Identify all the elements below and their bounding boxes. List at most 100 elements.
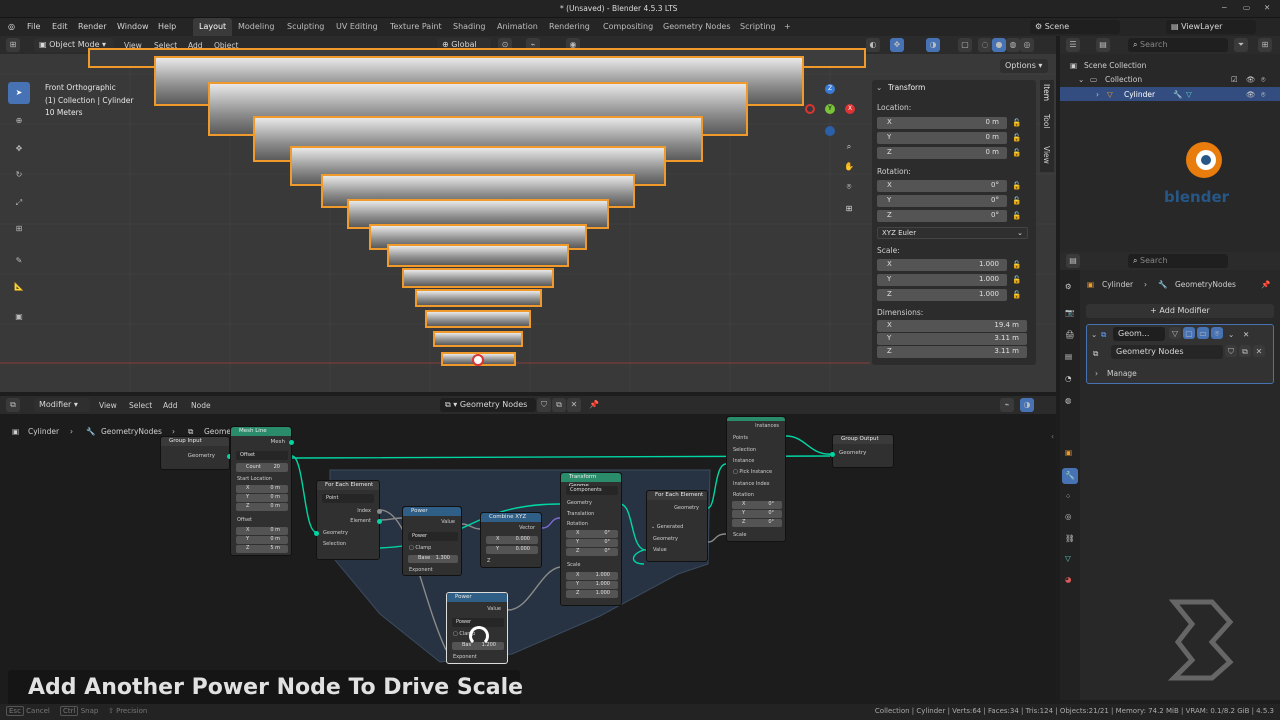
data-tab-icon[interactable]: ▽	[1065, 554, 1071, 563]
measure-tool-icon[interactable]: 📐	[8, 276, 30, 298]
cylinder-instance-10[interactable]	[402, 268, 554, 288]
dimension-x-field[interactable]: X 19.4 m	[877, 320, 1027, 332]
node-for-each-output[interactable]: For Each Element Geometry ⌄ Generated Ge…	[646, 490, 708, 562]
cursor-tool-icon[interactable]: ⊕	[8, 110, 30, 132]
view-layer-selector[interactable]: ▤ ViewLayer	[1166, 20, 1256, 34]
scale-z-field[interactable]: Z 1.000	[566, 590, 618, 598]
perspective-grid-icon[interactable]: ⊞	[842, 202, 856, 216]
tab-animation[interactable]: Animation	[491, 18, 544, 36]
rotate-tool-icon[interactable]: ↻	[8, 164, 30, 186]
modifier-name-input[interactable]: Geom...	[1113, 327, 1165, 341]
element-socket[interactable]	[377, 519, 382, 524]
annotate-tool-icon[interactable]: ✎	[8, 250, 30, 272]
edit-mode-icon[interactable]: ▢	[1183, 327, 1195, 339]
cylinder-instance-13[interactable]	[433, 331, 523, 347]
transform-tool-icon[interactable]: ⊞	[8, 218, 30, 240]
collapse-icon[interactable]: ⌄	[1091, 330, 1097, 339]
tab-modeling[interactable]: Modeling	[232, 18, 280, 36]
filter-icon[interactable]: ⏷	[1234, 38, 1248, 52]
world-tab-icon[interactable]: ◍	[1065, 396, 1072, 405]
rot-z-field[interactable]: Z 0°	[566, 548, 618, 556]
render-tab-icon[interactable]: 📷	[1065, 308, 1074, 317]
lock-icon[interactable]: 🔓	[1012, 260, 1021, 269]
gizmo-y-icon[interactable]: Y	[825, 104, 835, 114]
overlay-toggle-icon[interactable]: ◑	[1020, 398, 1034, 412]
output-tab-icon[interactable]: 🖨	[1065, 330, 1075, 339]
gizmo-x-icon[interactable]: X	[845, 104, 855, 114]
properties-search-input[interactable]: ⌕ Search	[1128, 254, 1228, 268]
chevron-down-icon[interactable]: ⌄	[1228, 330, 1234, 339]
move-tool-icon[interactable]: ✥	[8, 138, 30, 160]
lock-icon[interactable]: 🔓	[1012, 290, 1021, 299]
pan-hand-icon[interactable]: ✋	[842, 160, 856, 174]
offset-z-field[interactable]: Z 5 m	[236, 545, 288, 553]
panel-collapse-icon[interactable]: ⌄	[876, 83, 882, 92]
location-x-field[interactable]: X 0 m	[877, 117, 1007, 129]
xray-icon[interactable]: ▢	[958, 38, 972, 52]
scale-x-field[interactable]: X 1.000	[566, 572, 618, 580]
node-menu-add[interactable]: Add	[163, 401, 178, 410]
node-group-selector[interactable]: Geometry Nodes	[1111, 345, 1223, 359]
y-field[interactable]: Y 0.000	[486, 546, 538, 554]
expand-chevron-icon[interactable]: ›	[1096, 90, 1099, 99]
node-transform-geometry[interactable]: Transform Geome... Components Geometry T…	[560, 472, 622, 606]
menu-render[interactable]: Render	[78, 18, 106, 36]
tab-scripting[interactable]: Scripting	[734, 18, 782, 36]
cylinder-instance-12[interactable]	[425, 310, 531, 328]
material-tab-icon[interactable]: ◕	[1065, 575, 1072, 584]
remove-modifier-icon[interactable]: ✕	[1243, 330, 1249, 339]
start-x-field[interactable]: X 0 m	[236, 485, 288, 493]
minimize-icon[interactable]: ─	[1222, 3, 1227, 12]
sidebar-tab-tool[interactable]: Tool	[1042, 114, 1051, 129]
shading-rendered-icon[interactable]: ◎	[1020, 38, 1034, 52]
rot-y-field[interactable]: Y 0°	[732, 510, 782, 518]
manage-label[interactable]: Manage	[1107, 369, 1137, 378]
collection-label[interactable]: Collection	[1105, 75, 1142, 84]
mode-dropdown[interactable]: Offset	[236, 451, 288, 460]
rotation-y-field[interactable]: Y 0°	[877, 195, 1007, 207]
rot-z-field[interactable]: Z 0°	[732, 519, 782, 527]
scale-z-field[interactable]: Z 1.000	[877, 289, 1007, 301]
navigation-gizmo[interactable]: Z X Y	[805, 82, 857, 138]
maximize-icon[interactable]: ▭	[1243, 3, 1250, 12]
shading-solid-icon[interactable]: ●	[992, 38, 1006, 52]
unlink-icon[interactable]: ✕	[1253, 345, 1265, 357]
lock-icon[interactable]: 🔓	[1012, 275, 1021, 284]
properties-editor-icon[interactable]: ▤	[1066, 254, 1080, 268]
camera-render-icon[interactable]: ⌾	[1261, 90, 1266, 100]
blender-logo-icon[interactable]: ◎	[8, 18, 15, 36]
scene-selector[interactable]: ⚙ Scene	[1030, 20, 1120, 34]
sidebar-tab-item[interactable]: Item	[1042, 84, 1051, 101]
cylinder-instance-11[interactable]	[415, 289, 542, 307]
tab-texture-paint[interactable]: Texture Paint	[384, 18, 448, 36]
node-mesh-line[interactable]: Mesh Line Mesh Offset Count 20 Start Loca…	[230, 426, 294, 556]
tab-geometry-nodes[interactable]: Geometry Nodes	[657, 18, 736, 36]
mesh-socket[interactable]	[289, 440, 294, 445]
constraints-tab-icon[interactable]: ⛓	[1065, 534, 1075, 543]
tab-uv-editing[interactable]: UV Editing	[330, 18, 384, 36]
rot-x-field[interactable]: X 0°	[732, 501, 782, 509]
lock-icon[interactable]: 🔓	[1012, 148, 1021, 157]
gizmo-neg-x-icon[interactable]	[805, 104, 815, 114]
node-editor-type-icon[interactable]: ⧉	[6, 398, 20, 412]
dimension-z-field[interactable]: Z 3.11 m	[877, 346, 1027, 358]
start-y-field[interactable]: Y 0 m	[236, 494, 288, 502]
pin-icon[interactable]: 📌	[1261, 280, 1270, 289]
node-combine-xyz[interactable]: Combine XYZ Vector X 0.000 Y 0.000 Z	[480, 512, 542, 568]
pick-instance-checkbox[interactable]: ▢ Pick Instance	[733, 469, 772, 475]
sidebar-tab-view[interactable]: View	[1042, 146, 1051, 164]
offset-y-field[interactable]: Y 0 m	[236, 536, 288, 544]
scene-collection-label[interactable]: Scene Collection	[1084, 61, 1146, 70]
lock-icon[interactable]: 🔓	[1012, 196, 1021, 205]
tab-sculpting[interactable]: Sculpting	[281, 18, 330, 36]
rotation-z-field[interactable]: Z 0°	[877, 210, 1007, 222]
node-menu-node[interactable]: Node	[191, 401, 211, 410]
base-field[interactable]: Base 1.300	[408, 555, 458, 563]
snap-icon[interactable]: ⌁	[1000, 398, 1014, 412]
unlink-icon[interactable]: ✕	[567, 398, 581, 412]
scene-tab-icon[interactable]: ◔	[1065, 374, 1072, 383]
lock-icon[interactable]: 🔓	[1012, 211, 1021, 220]
modifier-tab-icon[interactable]: 🔧	[1062, 468, 1078, 484]
visibility-icon[interactable]: ◐	[866, 38, 880, 52]
node-editor-canvas[interactable]: ▣ Cylinder › 🔧 GeometryNodes › ⧉ Geometr…	[0, 414, 1056, 704]
